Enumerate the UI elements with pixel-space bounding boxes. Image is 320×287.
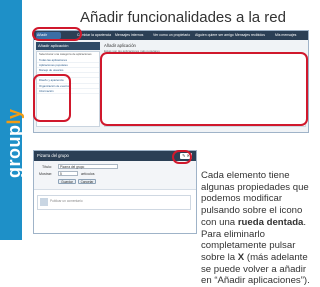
show-suffix: artículos (81, 172, 95, 176)
avatar (40, 198, 48, 206)
received-messages-link[interactable]: Mensajes recibidos (234, 32, 266, 39)
cancel-button[interactable]: Cancelar (78, 179, 96, 184)
group-board-widget-screenshot: Pizarra del grupo ✎ ✕ Título: Pizarra de… (33, 150, 197, 234)
comment-box[interactable]: Publicar un comentario (37, 195, 191, 210)
highlight-sidebar (33, 74, 71, 122)
title-label: Título: (42, 165, 52, 169)
logo-text-accent: ly (4, 108, 24, 125)
groupy-logo: grouply (4, 108, 25, 178)
highlight-applications (100, 52, 308, 126)
my-messages-link[interactable]: Mis mensajes (274, 32, 297, 39)
slide-title: Añadir funcionalidades a la red (80, 9, 286, 26)
internal-messages-button[interactable]: Mensajes internos (114, 32, 144, 39)
widget-settings: Título: Pizarra del grupo Mostrar: 5 art… (34, 161, 196, 190)
logo-text: group (4, 124, 24, 179)
show-select[interactable]: 5 (58, 171, 78, 176)
note-bold: rueda dentada (237, 216, 304, 228)
friend-request-link[interactable]: Alguien quiere ser amigo (194, 32, 235, 39)
explanation-text: Cada elemento tiene algunas propiedades … (201, 170, 313, 287)
title-field[interactable]: Pizarra del grupo (58, 164, 118, 169)
widget-title: Pizarra del grupo (37, 153, 69, 158)
view-as-owner-button[interactable]: Ver como un propietario (152, 32, 191, 39)
highlight-gear-close (172, 150, 192, 164)
panel-header: Añadir aplicación (36, 42, 100, 50)
highlight-add-application (32, 27, 82, 41)
show-label: Mostrar: (39, 172, 53, 176)
save-button[interactable]: Guardar (58, 179, 76, 184)
groupy-logo-strip: grouply (0, 0, 25, 240)
main-title: Añadir aplicación (104, 43, 136, 48)
comment-placeholder: Publicar un comentario (50, 199, 83, 203)
